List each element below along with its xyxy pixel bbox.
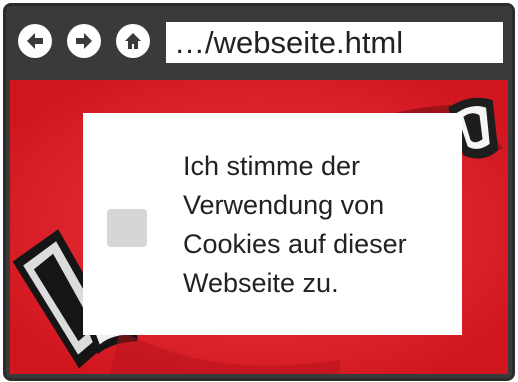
arrow-left-icon <box>27 33 43 49</box>
back-button[interactable] <box>18 24 52 58</box>
home-button[interactable] <box>116 24 150 58</box>
address-bar[interactable]: …/webseite.html <box>166 22 503 63</box>
forward-button[interactable] <box>67 24 101 58</box>
consent-checkbox[interactable] <box>107 209 147 247</box>
consent-text: Ich stimme der Verwendung von Cookies au… <box>183 151 407 298</box>
browser-window: …/webseite.html Ich stimme der Verwendun… <box>3 3 515 381</box>
page-viewport: Ich stimme der Verwendung von Cookies au… <box>10 80 508 374</box>
browser-toolbar: …/webseite.html <box>6 6 512 76</box>
arrow-right-icon <box>76 33 92 49</box>
home-icon <box>125 33 141 49</box>
cookie-consent-dialog: Ich stimme der Verwendung von Cookies au… <box>83 113 462 335</box>
address-text: …/webseite.html <box>174 24 404 60</box>
